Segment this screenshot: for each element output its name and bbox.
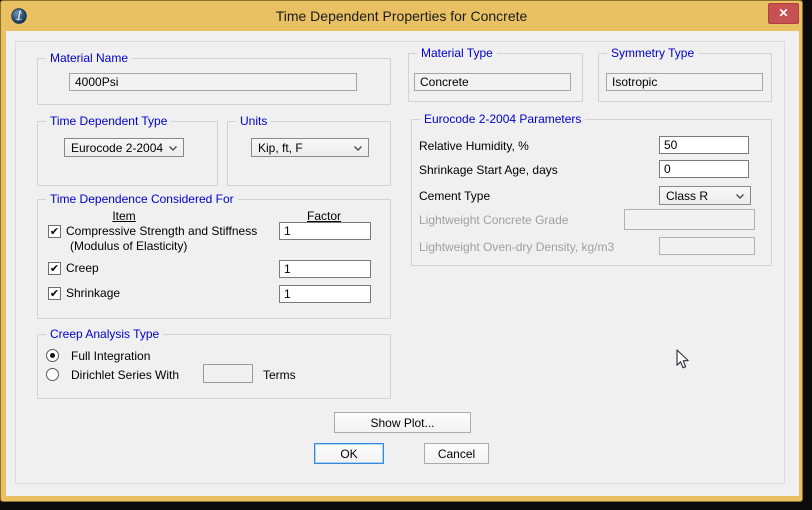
relative-humidity-label: Relative Humidity, %: [419, 139, 529, 153]
dropdown-value: Eurocode 2-2004: [71, 141, 163, 155]
shrinkage-checkbox[interactable]: ✔: [48, 287, 61, 300]
title-bar: Time Dependent Properties for Concrete ✕: [1, 1, 802, 31]
group-label: Symmetry Type: [607, 46, 698, 60]
group-label: Material Type: [417, 46, 497, 60]
time-dependent-type-dropdown[interactable]: Eurocode 2-2004: [64, 138, 184, 157]
group-label: Time Dependent Type: [46, 114, 171, 128]
dropdown-value: Kip, ft, F: [258, 141, 303, 155]
shrinkage-factor-input[interactable]: [279, 285, 371, 303]
group-label: Units: [236, 114, 271, 128]
shrinkage-start-age-input[interactable]: [659, 160, 749, 178]
group-label: Time Dependence Considered For: [46, 192, 238, 206]
creep-label: Creep: [66, 261, 99, 275]
screen: Time Dependent Properties for Concrete ✕…: [0, 0, 812, 510]
cement-type-label: Cement Type: [419, 189, 490, 203]
lightweight-density-label: Lightweight Oven-dry Density, kg/m3: [419, 240, 614, 254]
lightweight-density-field: [659, 237, 755, 255]
dialog-window: Time Dependent Properties for Concrete ✕…: [0, 0, 803, 502]
dialog-client-area: Material Name 4000Psi Material Type Conc…: [6, 31, 799, 496]
symmetry-type-field: Isotropic: [606, 73, 763, 91]
check-icon: ✔: [50, 288, 59, 300]
relative-humidity-input[interactable]: [659, 136, 749, 154]
check-icon: ✔: [50, 226, 59, 238]
shrinkage-start-age-label: Shrinkage Start Age, days: [419, 163, 558, 177]
check-icon: ✔: [50, 263, 59, 275]
full-integration-radio[interactable]: [46, 349, 59, 362]
material-type-field: Concrete: [414, 73, 571, 91]
group-label: Material Name: [46, 51, 132, 65]
dirichlet-series-label: Dirichlet Series With: [71, 368, 179, 382]
creep-checkbox[interactable]: ✔: [48, 262, 61, 275]
group-label: Creep Analysis Type: [46, 327, 163, 341]
material-name-field: 4000Psi: [69, 73, 357, 91]
chevron-down-icon: [736, 194, 744, 199]
compressive-strength-factor-input[interactable]: [279, 222, 371, 240]
compressive-strength-label: Compressive Strength and Stiffness: [66, 224, 257, 238]
chevron-down-icon: [169, 146, 177, 151]
cancel-button[interactable]: Cancel: [424, 443, 489, 464]
factor-column-header: Factor: [294, 209, 354, 223]
dirichlet-terms-input[interactable]: [203, 364, 253, 383]
dirichlet-series-radio[interactable]: [46, 368, 59, 381]
close-button[interactable]: ✕: [768, 3, 799, 24]
show-plot-button[interactable]: Show Plot...: [334, 412, 471, 433]
window-title: Time Dependent Properties for Concrete: [1, 1, 802, 31]
lightweight-concrete-grade-label: Lightweight Concrete Grade: [419, 213, 568, 227]
dropdown-value: Class R: [666, 189, 708, 203]
terms-label: Terms: [263, 368, 296, 382]
units-dropdown[interactable]: Kip, ft, F: [251, 138, 369, 157]
chevron-down-icon: [354, 146, 362, 151]
lightweight-concrete-grade-field: [624, 209, 755, 230]
full-integration-label: Full Integration: [71, 349, 150, 363]
cement-type-dropdown[interactable]: Class R: [659, 186, 751, 205]
compressive-strength-checkbox[interactable]: ✔: [48, 225, 61, 238]
ok-button[interactable]: OK: [314, 443, 384, 464]
creep-factor-input[interactable]: [279, 260, 371, 278]
compressive-strength-label-2: (Modulus of Elasticity): [70, 239, 187, 253]
shrinkage-label: Shrinkage: [66, 286, 120, 300]
item-column-header: Item: [94, 209, 154, 223]
group-label: Eurocode 2-2004 Parameters: [420, 112, 585, 126]
close-icon: ✕: [778, 6, 788, 20]
